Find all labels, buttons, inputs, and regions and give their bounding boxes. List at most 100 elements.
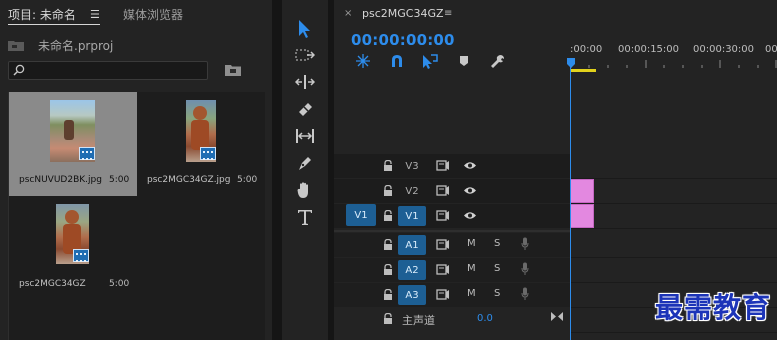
search-input[interactable] [8,61,208,80]
linked-selection-icon[interactable] [421,53,439,69]
media-name: psc2MGC34GZ [19,279,86,289]
thumbnail-figure-body [191,120,209,150]
lane-separator [570,178,777,179]
track-label[interactable]: A3 [398,285,426,305]
sync-lock-icon[interactable] [436,185,450,196]
playhead-line[interactable] [570,66,571,340]
wrench-icon[interactable] [488,53,506,69]
track-label[interactable]: A1 [398,235,426,255]
sync-lock-icon[interactable] [436,264,450,275]
track-header-a1: A1 M S [334,233,570,257]
sync-lock-icon[interactable] [436,289,450,300]
thumbnail-figure [64,120,74,140]
lock-icon[interactable] [383,313,393,325]
ruler-label: 00 [765,44,777,55]
selection-tool-icon[interactable] [292,18,318,40]
lock-icon[interactable] [383,264,393,276]
media-name: psc2MGC34GZ.jpg [147,175,231,185]
thumbnail-figure-head [193,106,207,120]
sequence-menu-icon[interactable]: ≡ [444,8,452,19]
work-area-bar[interactable] [570,69,596,72]
solo-button[interactable]: S [494,288,500,299]
time-ruler[interactable]: :00:00 00:00:15:00 00:00:30:00 00 [570,40,777,70]
go-to-end-icon[interactable] [550,311,564,322]
panel-divider[interactable] [272,0,282,340]
project-panel: 项目: 未命名 ☰ 媒体浏览器 未命名.prproj pscNUVUD2BK.j… [0,0,272,340]
track-label[interactable]: A2 [398,260,426,280]
media-item[interactable]: pscNUVUD2BK.jpg 5:00 [9,92,137,196]
sequence-icon [73,249,89,262]
mute-button[interactable]: M [467,263,476,274]
ruler-label: :00:00 [570,44,603,55]
thumbnail-figure-head [65,210,79,224]
ruler-label: 00:00:15:00 [618,44,680,55]
master-volume-value[interactable]: 0.0 [477,313,493,324]
eye-icon[interactable] [463,210,477,221]
tab-project[interactable]: 项目: 未命名 [8,6,76,23]
media-grid: pscNUVUD2BK.jpg 5:00 psc2MGC34GZ.jpg 5:0… [8,92,265,340]
marker-icon[interactable] [455,53,473,69]
microphone-icon[interactable] [521,262,529,276]
pen-tool-icon[interactable] [292,152,318,174]
image-sequence-icon [79,147,95,160]
track-select-tool-icon[interactable] [292,44,318,66]
lane-separator [570,228,777,229]
magnet-icon[interactable] [388,53,406,69]
clip-v2[interactable] [570,179,594,203]
lock-icon[interactable] [383,239,393,251]
snap-icon[interactable] [354,53,372,69]
source-patch-v1[interactable]: V1 [346,204,376,226]
track-header-a2: A2 M S [334,258,570,282]
hamburger-menu-icon[interactable]: ☰ [90,8,100,21]
lock-icon[interactable] [383,160,393,172]
sync-lock-icon[interactable] [436,210,450,221]
lock-icon[interactable] [383,210,393,222]
microphone-icon[interactable] [521,287,529,301]
hand-tool-icon[interactable] [292,179,318,201]
track-header-v3: V3 [334,154,570,178]
close-sequence-icon[interactable]: × [344,8,352,19]
sync-lock-icon[interactable] [436,160,450,171]
eye-icon[interactable] [463,185,477,196]
lock-icon[interactable] [383,185,393,197]
project-panel-tabs: 项目: 未命名 ☰ 媒体浏览器 [0,0,272,28]
mute-button[interactable]: M [467,238,476,249]
timecode-display[interactable]: 00:00:00:00 [351,31,455,49]
track-label[interactable]: V3 [398,156,426,176]
clip-v1[interactable] [570,204,594,228]
slip-tool-icon[interactable] [292,125,318,147]
new-bin-icon[interactable] [224,62,242,78]
track-header-a3: A3 M S [334,283,570,307]
solo-button[interactable]: S [494,238,500,249]
sync-lock-icon[interactable] [436,239,450,250]
solo-button[interactable]: S [494,263,500,274]
track-label[interactable]: V2 [398,181,426,201]
microphone-icon[interactable] [521,237,529,251]
media-item[interactable]: psc2MGC34GZ 5:00 [9,196,137,300]
lock-icon[interactable] [383,289,393,301]
lane-separator [570,203,777,204]
active-tab-underline [8,24,100,25]
mute-button[interactable]: M [467,288,476,299]
razor-tool-icon[interactable] [292,98,318,120]
track-header-v2: V2 [334,179,570,203]
media-duration: 5:00 [109,279,130,289]
media-item[interactable]: psc2MGC34GZ.jpg 5:00 [137,92,265,196]
media-duration: 5:00 [109,175,130,185]
media-name: pscNUVUD2BK.jpg [19,175,102,185]
tab-media-browser[interactable]: 媒体浏览器 [123,6,183,23]
lane-separator [570,332,777,333]
image-sequence-icon [200,147,216,160]
ruler-label: 00:00:30:00 [693,44,755,55]
project-file-name: 未命名.prproj [38,39,114,53]
master-track-label: 主声道 [402,314,435,327]
sequence-tab[interactable]: psc2MGC34GZ [362,7,444,20]
eye-icon[interactable] [463,160,477,171]
lane-separator [570,282,777,283]
track-label[interactable]: V1 [398,206,426,226]
search-icon [13,64,25,76]
ripple-edit-tool-icon[interactable] [292,71,318,93]
type-tool-icon[interactable] [292,206,318,228]
lane-separator [570,257,777,258]
video-audio-divider[interactable] [334,230,570,232]
